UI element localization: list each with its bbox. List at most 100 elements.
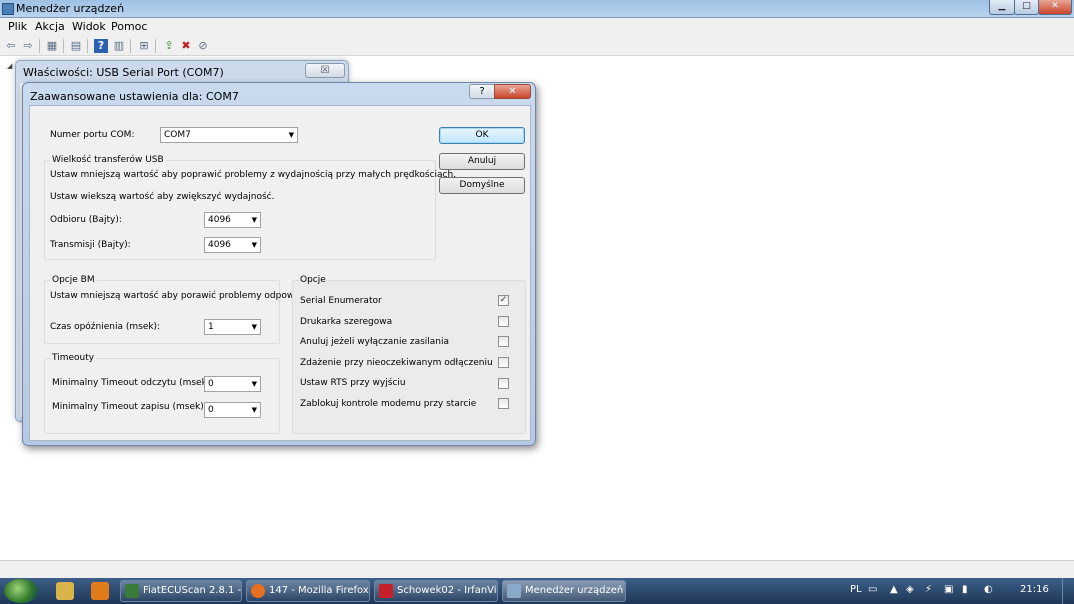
menu-pomoc[interactable]: Pomoc: [111, 20, 147, 33]
forward-icon[interactable]: ⇨: [21, 39, 35, 53]
bm-group-title: Opcje BM: [50, 275, 97, 285]
advanced-settings-dialog: Zaawansowane ustawienia dla: COM7 ? ✕ Nu…: [22, 82, 536, 446]
toolbar-separator: [39, 39, 40, 53]
transmit-label: Transmisji (Bajty):: [50, 240, 131, 250]
read-timeout-select[interactable]: 0 ▼: [204, 376, 261, 392]
read-timeout-label: Minimalny Timeout odczytu (msek):: [52, 378, 214, 388]
ok-button[interactable]: OK: [439, 127, 525, 144]
latency-label: Czas opóźnienia (msek):: [50, 322, 161, 332]
option-surprise-removal-checkbox[interactable]: [498, 357, 509, 368]
irfanview-icon: [379, 584, 393, 598]
view-icon[interactable]: ▤: [69, 39, 83, 53]
timeouts-group-title: Timeouty: [50, 353, 97, 363]
latency-value: 1: [208, 322, 214, 332]
bm-hint: Ustaw mniejszą wartość aby porawić probl…: [50, 291, 319, 301]
option-disable-modem-ctrl-checkbox[interactable]: [498, 398, 509, 409]
show-desktop-button[interactable]: [1062, 578, 1074, 604]
transmit-value: 4096: [208, 240, 231, 250]
shield-icon[interactable]: ◈: [906, 584, 914, 595]
option-cancel-power-off-checkbox[interactable]: [498, 336, 509, 347]
properties-window-title: Właściwości: USB Serial Port (COM7): [23, 66, 224, 79]
maximize-button[interactable]: □: [1014, 0, 1039, 15]
network-icon[interactable]: ▮: [962, 584, 968, 595]
scan-icon[interactable]: ⊞: [137, 39, 151, 53]
task-fiatecuscan[interactable]: FiatECUScan 2.8.1 - F...: [120, 580, 242, 602]
view2-icon[interactable]: ▥: [112, 39, 126, 53]
option-surprise-removal-label: Zdażenie przy nieoczekiwanym odłączeniu: [300, 358, 493, 368]
write-timeout-label: Minimalny Timeout zapisu (msek):: [52, 402, 207, 412]
com-port-label: Numer portu COM:: [50, 130, 135, 140]
clock[interactable]: 21:16: [1020, 584, 1049, 595]
tree-expand-icon[interactable]: ◢: [7, 62, 12, 70]
receive-label: Odbioru (Bajty):: [50, 215, 122, 225]
option-serial-enumerator-checkbox[interactable]: ✓: [498, 295, 509, 306]
menu-akcja[interactable]: Akcja: [35, 20, 65, 33]
option-serial-printer-label: Drukarka szeregowa: [300, 317, 393, 327]
receive-value: 4096: [208, 215, 231, 225]
option-disable-modem-ctrl-label: Zablokuj kontrole modemu przy starcie: [300, 399, 477, 409]
firefox-icon: [251, 584, 265, 598]
receive-select[interactable]: 4096 ▼: [204, 212, 261, 228]
back-icon[interactable]: ⇦: [4, 39, 18, 53]
uninstall-icon[interactable]: ✖: [179, 39, 193, 53]
com-port-select[interactable]: COM7 ▼: [160, 127, 298, 143]
option-set-rts-label: Ustaw RTS przy wyjściu: [300, 378, 406, 388]
disable-icon[interactable]: ⊘: [196, 39, 210, 53]
help-icon[interactable]: ?: [94, 39, 108, 53]
toolbar-separator: [63, 39, 64, 53]
keyboard-icon[interactable]: ▭: [868, 584, 877, 595]
properties-icon[interactable]: ▦: [45, 39, 59, 53]
usb-group-title: Wielkość transferów USB: [50, 155, 166, 165]
option-serial-printer-checkbox[interactable]: [498, 316, 509, 327]
media-player-icon[interactable]: [91, 582, 109, 600]
device-manager-icon: [2, 3, 14, 15]
chevron-down-icon: ▼: [251, 406, 257, 414]
update-driver-icon[interactable]: ⇪: [162, 39, 176, 53]
properties-close-button[interactable]: ☒: [305, 63, 345, 78]
dialog-body: Numer portu COM: COM7 ▼ Wielkość transfe…: [29, 105, 531, 441]
chevron-down-icon: ▼: [251, 380, 257, 388]
window-title: Menedżer urządzeń: [16, 2, 125, 15]
com-port-value: COM7: [164, 130, 191, 140]
task-fiatecuscan-label: FiatECUScan 2.8.1 - F...: [143, 585, 242, 596]
show-hidden-icons-icon[interactable]: ▲: [890, 584, 898, 595]
task-device-manager-label: Menedżer urządzeń: [525, 585, 624, 596]
task-irfanview[interactable]: Schowek02 - IrfanVie...: [374, 580, 498, 602]
cancel-button[interactable]: Anuluj: [439, 153, 525, 170]
usb-hint-small: Ustaw mniejszą wartość aby poprawić prob…: [50, 170, 457, 180]
status-bar: [0, 560, 1074, 578]
menu-widok[interactable]: Widok: [72, 20, 106, 33]
start-button[interactable]: [4, 579, 38, 603]
task-irfanview-label: Schowek02 - IrfanVie...: [397, 585, 497, 596]
option-cancel-power-off-label: Anuluj jeżeli wyłączanie zasilania: [300, 337, 450, 347]
chevron-down-icon: ▼: [251, 241, 257, 249]
dialog-close-button[interactable]: ✕: [494, 84, 531, 99]
dialog-title: Zaawansowane ustawienia dla: COM7: [30, 90, 239, 103]
option-set-rts-checkbox[interactable]: [498, 378, 509, 389]
explorer-icon[interactable]: [56, 582, 74, 600]
language-indicator[interactable]: PL: [850, 584, 862, 595]
task-firefox-label: 147 - Mozilla Firefox: [269, 585, 369, 596]
safely-remove-icon[interactable]: ▣: [944, 584, 953, 595]
chevron-down-icon: ▼: [251, 323, 257, 331]
options-group-title: Opcje: [300, 275, 326, 285]
defaults-button[interactable]: Domyślne: [439, 177, 525, 194]
toolbar-separator: [87, 39, 88, 53]
write-timeout-select[interactable]: 0 ▼: [204, 402, 261, 418]
minimize-button[interactable]: ▁: [989, 0, 1015, 15]
window-titlebar: Menedżer urządzeń ▁ □ ✕: [0, 0, 1074, 18]
task-firefox[interactable]: 147 - Mozilla Firefox: [246, 580, 370, 602]
chevron-down-icon: ▼: [288, 131, 294, 139]
menu-plik[interactable]: Plik: [8, 20, 27, 33]
dialog-help-button[interactable]: ?: [469, 84, 495, 99]
timeouts-group: [44, 358, 280, 434]
power-icon[interactable]: ⚡: [925, 584, 932, 595]
transmit-select[interactable]: 4096 ▼: [204, 237, 261, 253]
latency-select[interactable]: 1 ▼: [204, 319, 261, 335]
taskbar: FiatECUScan 2.8.1 - F... 147 - Mozilla F…: [0, 578, 1074, 604]
task-device-manager[interactable]: Menedżer urządzeń: [502, 580, 626, 602]
close-button[interactable]: ✕: [1038, 0, 1072, 15]
toolbar-separator: [130, 39, 131, 53]
read-timeout-value: 0: [208, 379, 214, 389]
volume-icon[interactable]: ◐: [984, 584, 993, 595]
